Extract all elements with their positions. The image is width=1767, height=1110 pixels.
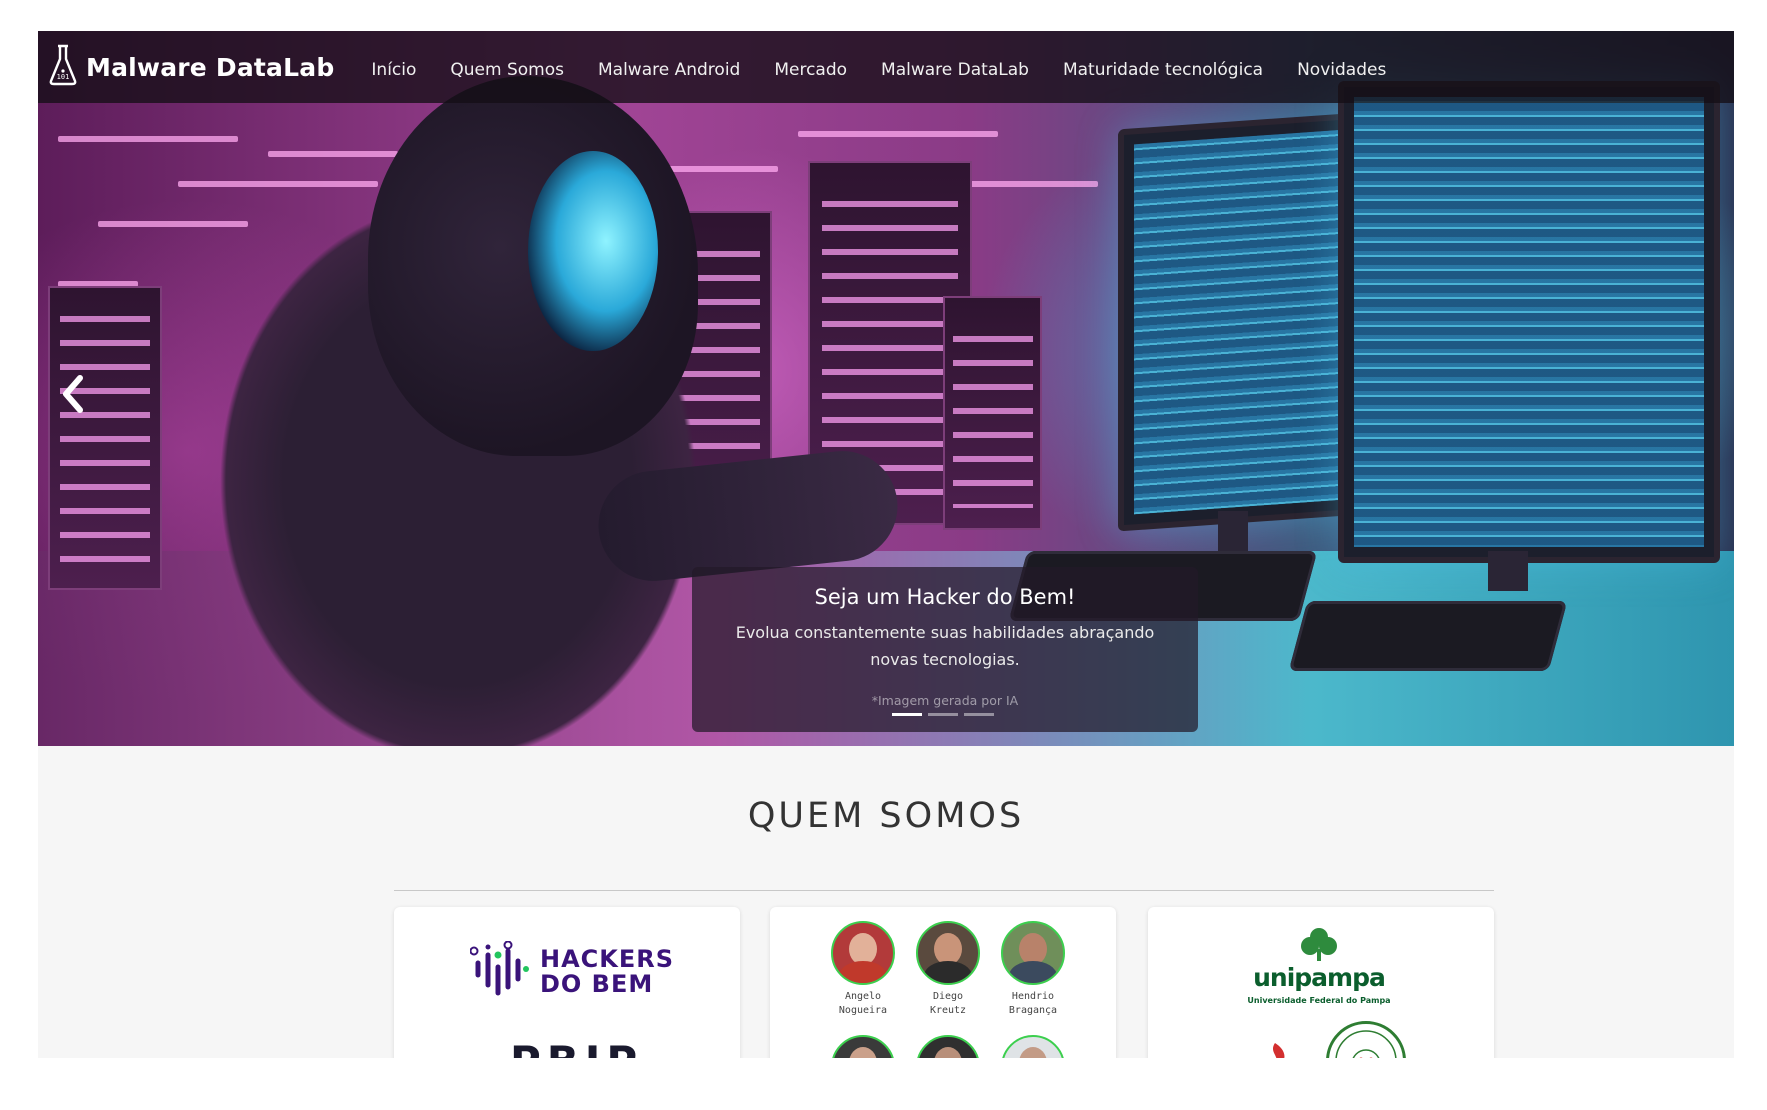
- avatar: [916, 921, 980, 985]
- carousel-indicators: [892, 713, 994, 716]
- carousel-indicator-2[interactable]: [928, 713, 958, 716]
- caption-title: Seja um Hacker do Bem!: [814, 585, 1076, 609]
- member-name: Diego Kreutz: [929, 991, 967, 1016]
- unipampa-subtitle: Universidade Federal do Pampa: [1247, 996, 1391, 1005]
- caption-text: Evolua constantemente suas habilidades a…: [735, 623, 1155, 669]
- caption-note: *Imagem gerada por IA: [871, 693, 1019, 708]
- team-member[interactable]: [818, 1035, 908, 1058]
- hero-carousel: 101 Malware DataLab Início Quem Somos Ma…: [38, 31, 1734, 746]
- carousel-prev-button[interactable]: [48, 366, 98, 426]
- unipampa-logo: unipampa Universidade Federal do Pampa: [1244, 927, 1394, 1005]
- carousel-indicator-1[interactable]: [892, 713, 922, 716]
- partner-card-hackers: HACKERS DO BEM PBIP: [394, 907, 740, 1058]
- nav-item-quem-somos[interactable]: Quem Somos: [450, 60, 564, 80]
- team-member[interactable]: Angelo Nogueira: [818, 921, 908, 1018]
- tree-icon: [1301, 928, 1337, 961]
- section-divider: [394, 890, 1494, 891]
- team-member[interactable]: [903, 1035, 993, 1058]
- team-member[interactable]: [988, 1035, 1078, 1058]
- nav-item-inicio[interactable]: Início: [371, 60, 416, 80]
- top-navbar: 101 Malware DataLab Início Quem Somos Ma…: [38, 31, 1734, 103]
- carousel-caption: Seja um Hacker do Bem! Evolua constantem…: [692, 567, 1198, 732]
- institutions-card: unipampa Universidade Federal do Pampa: [1148, 907, 1494, 1058]
- waveform-icon: [470, 941, 529, 996]
- nav-item-mercado[interactable]: Mercado: [774, 60, 847, 80]
- section-title: QUEM SOMOS: [747, 796, 1025, 836]
- hackers-do-bem-logo: HACKERS DO BEM: [470, 941, 675, 1003]
- pbip-logo: PBIP: [510, 1037, 643, 1058]
- brand-link[interactable]: 101 Malware DataLab: [48, 43, 334, 91]
- avatar: [1001, 1035, 1065, 1058]
- chevron-left-icon: [60, 374, 86, 418]
- nav-item-maturidade-tecnologica[interactable]: Maturidade tecnológica: [1063, 60, 1263, 80]
- flask-icon: 101: [48, 43, 78, 91]
- member-name: Angelo Nogueira: [838, 991, 888, 1016]
- hackers-do-bem-wordmark: HACKERS DO BEM: [540, 945, 675, 998]
- nav-menu: Início Quem Somos Malware Android Mercad…: [354, 54, 1403, 80]
- avatar: [916, 1035, 980, 1058]
- brand-name: Malware DataLab: [86, 52, 335, 82]
- ifrs-logo: [1230, 1035, 1320, 1058]
- avatar: [831, 921, 895, 985]
- team-member[interactable]: Hendrio Bragança: [988, 921, 1078, 1018]
- avatar: [1001, 921, 1065, 985]
- svg-text:101: 101: [57, 73, 70, 81]
- nav-item-novidades[interactable]: Novidades: [1297, 60, 1386, 80]
- carousel-indicator-3[interactable]: [964, 713, 994, 716]
- avatar: [831, 1035, 895, 1058]
- ufsm-seal-logo: [1326, 1021, 1406, 1058]
- unipampa-wordmark: unipampa: [1253, 963, 1386, 992]
- team-card: Angelo Nogueira Diego Kreutz Hendrio Bragan…: [770, 907, 1116, 1058]
- team-member[interactable]: Diego Kreutz: [903, 921, 993, 1018]
- nav-item-malware-datalab[interactable]: Malware DataLab: [881, 60, 1029, 80]
- nav-item-malware-android[interactable]: Malware Android: [598, 60, 740, 80]
- website: 101 Malware DataLab Início Quem Somos Ma…: [38, 31, 1734, 1058]
- member-name: Hendrio Bragança: [1008, 991, 1058, 1016]
